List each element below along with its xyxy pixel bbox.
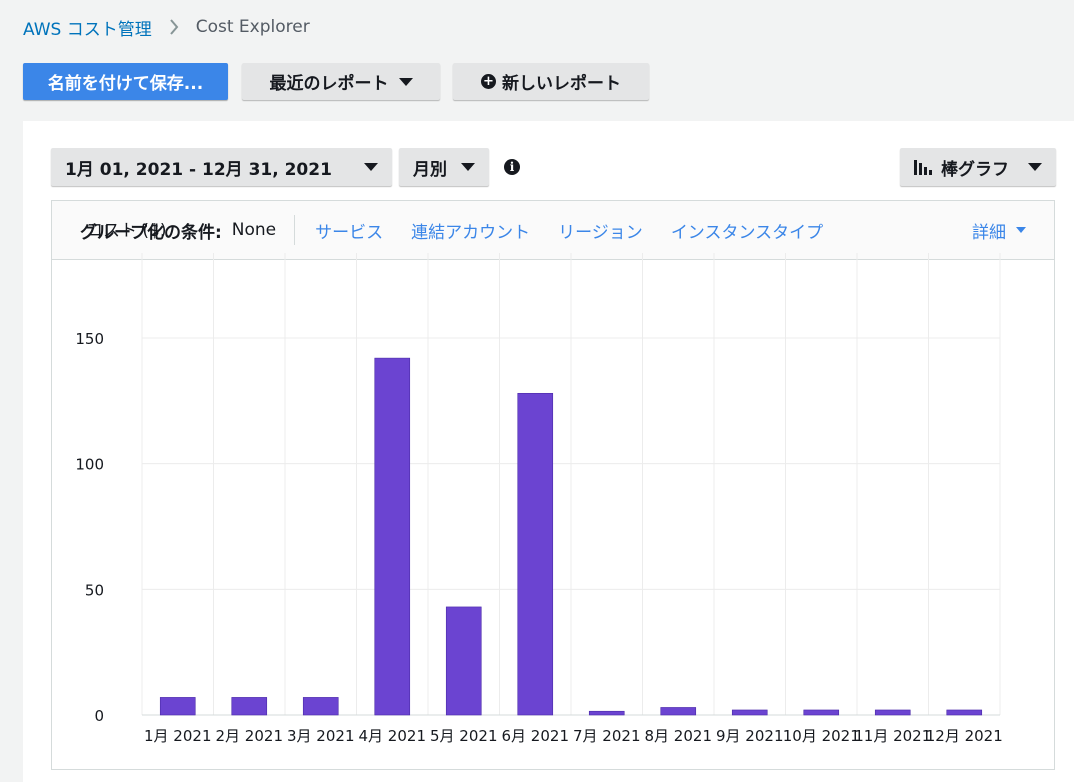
granularity-select[interactable]: 月別 [399,148,489,186]
x-tick-label: 9月 2021 [716,727,784,745]
recent-reports-button[interactable]: 最近のレポート [242,63,440,100]
x-tick-label: 4月 2021 [359,727,427,745]
plus-circle-icon: + [481,74,496,89]
bar [660,707,697,716]
new-report-button[interactable]: + 新しいレポート [453,63,649,100]
x-tick-label: 1月 2021 [144,727,212,745]
y-tick-label: 50 [85,581,104,599]
date-range-picker[interactable]: 1月 01, 2021 - 12月 31, 2021 [51,148,392,186]
caret-down-icon [1028,163,1042,171]
bar [803,709,840,716]
x-tick-label: 5月 2021 [430,727,498,745]
breadcrumb: AWS コスト管理 Cost Explorer [23,14,310,40]
bar [445,606,482,716]
x-tick-label: 6月 2021 [502,727,570,745]
caret-down-icon [398,77,413,86]
x-tick-label: 2月 2021 [216,727,284,745]
bar [731,709,768,716]
new-report-label: 新しいレポート [502,74,621,94]
report-panel: 1月 01, 2021 - 12月 31, 2021 月別 i 棒グラフ グルー… [23,121,1074,782]
breadcrumb-current: Cost Explorer [195,17,310,37]
bar-chart-icon [914,160,932,175]
bar [874,709,911,716]
bar [588,710,625,716]
cost-bar-chart: コスト ($) 0 50 100 150 1月 2021 2月 2021 3月 2021 4月 … [75,221,1003,745]
caret-down-icon [461,163,475,171]
x-tick-label: 8月 2021 [645,727,713,745]
save-as-label: 名前を付けて保存... [47,74,204,94]
bar [374,357,411,716]
info-icon[interactable]: i [504,159,520,175]
x-tick-label: 12月 2021 [926,727,1003,745]
bar [946,709,983,716]
chart-type-value: 棒グラフ [941,159,1009,180]
breadcrumb-cost-management-link[interactable]: AWS コスト管理 [23,15,152,40]
chevron-right-icon [169,19,179,35]
y-tick-label: 100 [75,456,104,474]
recent-reports-label: 最近のレポート [269,74,389,94]
y-tick-label: 150 [75,330,104,348]
bar [302,697,339,716]
save-as-button[interactable]: 名前を付けて保存... [23,63,228,100]
x-tick-label: 3月 2021 [287,727,355,745]
granularity-value: 月別 [413,159,447,180]
y-axis-title: コスト ($) [86,221,166,241]
y-tick-label: 0 [94,707,104,725]
bar [231,697,268,716]
chart-container: グループ化の条件: None サービス 連結アカウント リージョン インスタンス… [51,200,1055,770]
x-tick-label: 10月 2021 [783,727,860,745]
chart-type-select[interactable]: 棒グラフ [900,148,1056,186]
caret-down-icon [364,163,378,171]
bar [159,697,196,716]
x-tick-label: 7月 2021 [573,727,641,745]
date-range-value: 1月 01, 2021 - 12月 31, 2021 [65,159,332,180]
bar [517,392,554,716]
x-tick-label: 11月 2021 [854,727,931,745]
